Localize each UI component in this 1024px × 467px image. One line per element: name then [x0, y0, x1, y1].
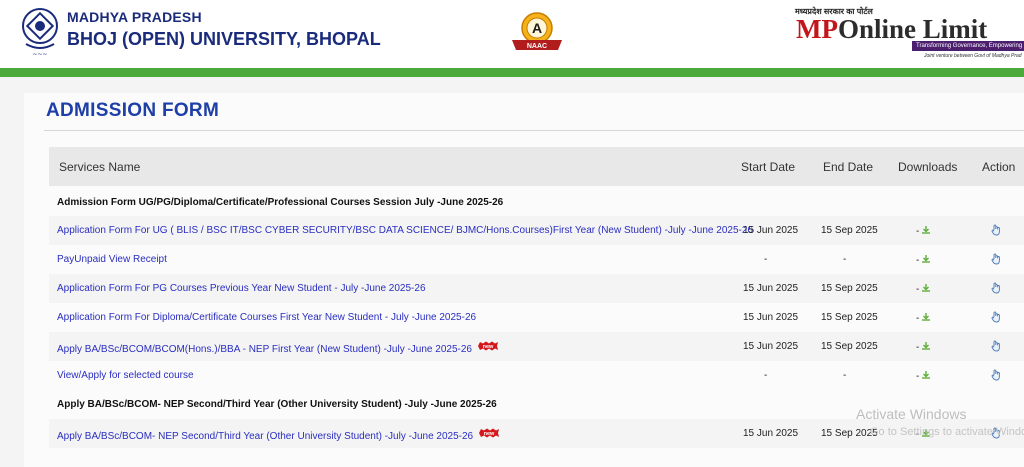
- service-link[interactable]: Apply BA/BSc/BCOM- NEP Second/Third Year…: [57, 428, 500, 442]
- pointer-hand-icon: [991, 282, 1000, 294]
- download-link[interactable]: -: [916, 225, 931, 237]
- download-icon: [922, 371, 931, 379]
- download-link[interactable]: -: [916, 254, 931, 266]
- service-link-label: Application Form For Diploma/Certificate…: [57, 312, 477, 323]
- service-link[interactable]: PayUnpaid View Receipt: [57, 254, 167, 265]
- start-date: -: [764, 370, 768, 381]
- pointer-hand-icon: [991, 340, 1000, 352]
- new-badge-icon: new: [479, 428, 500, 438]
- column-header-downloads: Downloads: [898, 160, 958, 174]
- start-date: -: [764, 254, 768, 265]
- service-link[interactable]: Application Form For PG Courses Previous…: [57, 283, 426, 294]
- service-link-label: PayUnpaid View Receipt: [57, 254, 167, 265]
- service-link[interactable]: Application Form For UG ( BLIS / BSC IT/…: [57, 225, 753, 236]
- start-date: 15 Jun 2025: [743, 428, 799, 439]
- site-header: ~~~ MADHYA PRADESH BHOJ (OPEN) UNIVERSIT…: [0, 0, 1024, 68]
- group-heading-other-university: Apply BA/BSc/BCOM- NEP Second/Third Year…: [57, 399, 497, 410]
- header-divider: [0, 68, 1024, 77]
- end-date: 15 Sep 2025: [821, 341, 878, 352]
- table-row: [49, 361, 1024, 390]
- download-link[interactable]: -: [916, 312, 931, 324]
- table-header: [49, 147, 1024, 186]
- pointer-hand-icon: [991, 253, 1000, 265]
- service-link[interactable]: Apply BA/BSc/BCOM/BCOM(Hons.)/BBA - NEP …: [57, 341, 499, 355]
- action-button[interactable]: [991, 340, 1002, 352]
- header-spacer: [0, 77, 1024, 93]
- end-date: 15 Sep 2025: [821, 225, 878, 236]
- svg-text:new: new: [484, 431, 495, 437]
- service-link-label: Apply BA/BSc/BCOM/BCOM(Hons.)/BBA - NEP …: [57, 344, 472, 355]
- mponline-logo-rest: nline Limit: [859, 14, 988, 44]
- page-title: ADMISSION FORM: [46, 100, 220, 121]
- start-date: 15 Jun 2025: [743, 225, 799, 236]
- download-value: -: [916, 255, 920, 266]
- mponline-logo-mp: MP: [796, 14, 838, 44]
- end-date: 15 Sep 2025: [821, 283, 878, 294]
- action-button[interactable]: [991, 253, 1002, 265]
- mponline-logo-o: O: [837, 14, 859, 44]
- service-link-label: View/Apply for selected course: [57, 370, 194, 381]
- windows-activation-hint: Go to Settings to activate Windows.: [870, 426, 1024, 438]
- end-date: -: [843, 370, 847, 381]
- university-name: BHOJ (OPEN) UNIVERSITY, BHOPAL: [67, 29, 381, 49]
- download-link[interactable]: -: [916, 370, 931, 382]
- service-link[interactable]: Application Form For Diploma/Certificate…: [57, 312, 476, 323]
- naac-badge-icon: A NAAC: [512, 12, 562, 50]
- column-header-start-date: Start Date: [741, 160, 796, 174]
- svg-text:new: new: [483, 344, 494, 350]
- column-header-action: Action: [982, 160, 1016, 174]
- end-date: 15 Sep 2025: [821, 312, 878, 323]
- group-heading-session: Admission Form UG/PG/Diploma/Certificate…: [57, 197, 504, 208]
- action-button[interactable]: [991, 224, 1002, 236]
- naac-label: NAAC: [527, 43, 547, 50]
- naac-grade: A: [532, 20, 542, 36]
- download-value: -: [916, 342, 920, 353]
- column-header-end-date: End Date: [823, 160, 874, 174]
- download-value: -: [916, 371, 920, 382]
- end-date: -: [843, 254, 847, 265]
- download-value: -: [916, 313, 920, 324]
- mponline-tagline: Transforming Governance, Empowering: [912, 41, 1024, 51]
- university-emblem-icon: ~~~: [22, 8, 58, 58]
- action-button[interactable]: [991, 369, 1002, 381]
- pointer-hand-icon: [991, 224, 1000, 236]
- action-button[interactable]: [991, 311, 1002, 323]
- download-icon: [922, 342, 931, 350]
- download-value: -: [916, 284, 920, 295]
- windows-activation-watermark: Activate Windows: [856, 406, 967, 422]
- university-state: MADHYA PRADESH: [67, 9, 202, 25]
- title-divider: [44, 130, 1024, 131]
- service-link-label: Application Form For PG Courses Previous…: [57, 283, 426, 294]
- mponline-joint-venture: Joint venture between Govt of Madhya Pra…: [924, 53, 1022, 59]
- start-date: 15 Jun 2025: [743, 312, 799, 323]
- service-link-label: Application Form For UG ( BLIS / BSC IT/…: [57, 225, 753, 236]
- pointer-hand-icon: [991, 369, 1000, 381]
- download-link[interactable]: -: [916, 283, 931, 295]
- new-badge-icon: new: [477, 341, 498, 351]
- pointer-hand-icon: [991, 311, 1000, 323]
- start-date: 15 Jun 2025: [743, 283, 799, 294]
- action-button[interactable]: [991, 282, 1002, 294]
- service-link-label: Apply BA/BSc/BCOM- NEP Second/Third Year…: [57, 431, 474, 442]
- download-icon: [922, 226, 931, 234]
- download-icon: [922, 255, 931, 263]
- download-link[interactable]: -: [916, 341, 931, 353]
- download-icon: [922, 313, 931, 321]
- svg-text:~~~: ~~~: [32, 51, 47, 58]
- download-icon: [922, 284, 931, 292]
- column-header-services: Services Name: [59, 160, 141, 174]
- table-row: [49, 245, 1024, 274]
- service-link[interactable]: View/Apply for selected course: [57, 370, 194, 381]
- download-value: -: [916, 226, 920, 237]
- start-date: 15 Jun 2025: [743, 341, 799, 352]
